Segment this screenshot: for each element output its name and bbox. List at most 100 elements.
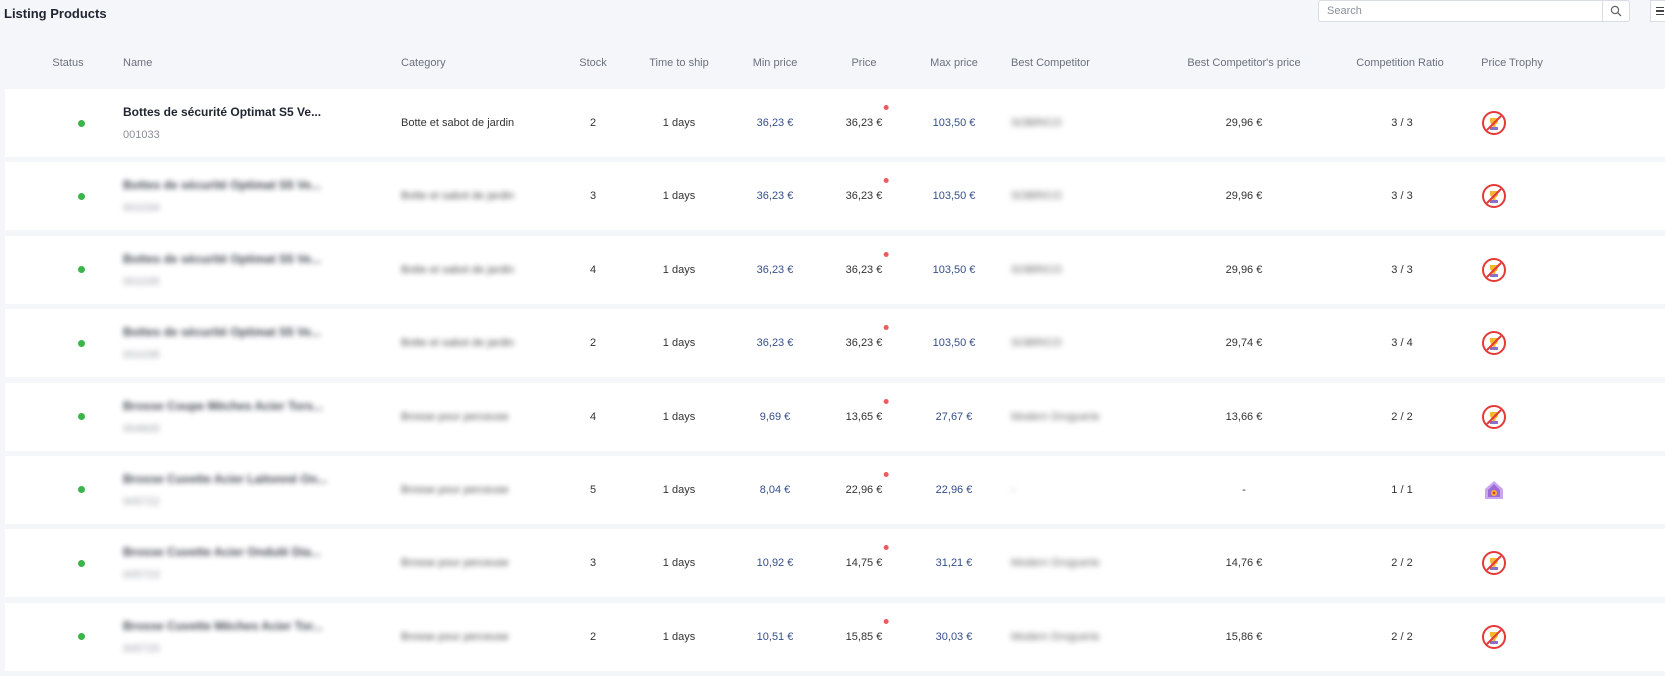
max-price[interactable]: 22,96 € [936, 484, 973, 496]
no-trophy-icon [1481, 110, 1507, 136]
competition-ratio: 2 / 2 [1391, 557, 1413, 570]
product-category: Botte et sabot de jardin [401, 190, 515, 203]
product-name[interactable]: Bottes de sécurité Optimat S5 Ve... [123, 178, 321, 192]
search-button[interactable] [1602, 1, 1629, 21]
min-price[interactable]: 10,92 € [757, 557, 794, 569]
price-value: 15,85 € [845, 630, 883, 643]
status-indicator [77, 633, 85, 641]
product-name[interactable]: Brosse Coupe Mèches Acier Tors... [123, 399, 323, 413]
min-price[interactable]: 8,04 € [760, 484, 791, 496]
no-trophy-icon [1481, 404, 1507, 430]
min-price[interactable]: 10,51 € [757, 631, 794, 643]
product-sku: 001033 [123, 129, 160, 141]
price-cell[interactable]: 22,96 € [846, 471, 889, 496]
table-row[interactable]: Bottes de sécurité Optimat S5 Ve... 00103… [5, 309, 1665, 378]
price-alert-dot [883, 398, 889, 404]
price-cell[interactable]: 36,23 € [845, 325, 889, 350]
competition-ratio: 3 / 3 [1391, 117, 1413, 129]
stock-value: 3 [589, 557, 597, 570]
product-name[interactable]: Bottes de sécurité Optimat S5 Ve... [123, 252, 321, 266]
ship-time: 1 days [662, 630, 696, 643]
stock-value: 4 [589, 410, 597, 423]
price-cell[interactable]: 14,75 € [846, 545, 889, 569]
product-sku: 001034 [123, 202, 160, 215]
max-price[interactable]: 30,03 € [936, 631, 973, 643]
stock-value: 3 [589, 190, 597, 203]
price-cell[interactable]: 36,23 € [845, 251, 889, 276]
max-price[interactable]: 103,50 € [933, 337, 976, 349]
product-category: Brosse pour perceuse [401, 630, 509, 643]
col-stock[interactable]: Stock [579, 48, 607, 78]
price-value: 36,23 € [845, 337, 883, 350]
col-category[interactable]: Category [401, 48, 446, 78]
price-value: 13,65 € [845, 410, 883, 423]
table-row[interactable]: Brosse Cuvette Acier Laitonné On... 00572… [5, 455, 1665, 524]
price-cell[interactable]: 15,85 € [845, 618, 889, 643]
no-trophy-icon [1481, 330, 1507, 356]
col-name[interactable]: Name [123, 48, 152, 78]
competition-ratio: 1 / 1 [1391, 483, 1413, 496]
status-indicator [77, 413, 85, 421]
ship-time: 1 days [662, 410, 696, 423]
min-price[interactable]: 9,69 € [760, 411, 791, 423]
price-cell[interactable]: 36,23 € [845, 178, 889, 203]
best-competitor-price: 29,96 € [1225, 117, 1263, 129]
price-alert-dot [883, 471, 889, 477]
max-price[interactable]: 103,50 € [933, 117, 976, 129]
table-row[interactable]: Brosse Cuvette Acier Ondulé Dia... 005723… [5, 529, 1665, 598]
search-input[interactable] [1319, 1, 1609, 21]
product-category: Botte et sabot de jardin [401, 263, 515, 276]
col-best-competitor[interactable]: Best Competitor [1011, 48, 1090, 78]
price-value: 36,23 € [845, 190, 883, 203]
max-price[interactable]: 103,50 € [933, 264, 976, 276]
page-title: Listing Products [4, 6, 107, 21]
best-competitor-price: 15,86 € [1225, 630, 1263, 643]
col-competition-ratio[interactable]: Competition Ratio [1356, 48, 1443, 78]
product-category: Botte et sabot de jardin [401, 117, 515, 129]
col-min-price[interactable]: Min price [753, 48, 798, 78]
no-trophy-icon [1481, 257, 1507, 283]
table-row[interactable]: Bottes de sécurité Optimat S5 Ve... 00103… [5, 89, 1665, 157]
ship-time: 1 days [662, 263, 696, 276]
best-competitor-price: 29,96 € [1225, 190, 1263, 203]
max-price[interactable]: 31,21 € [936, 557, 973, 569]
product-name[interactable]: Bottes de sécurité Optimat S5 Ve... [123, 325, 321, 339]
min-price[interactable]: 36,23 € [757, 190, 794, 202]
product-sku: 005725 [123, 642, 160, 655]
product-name[interactable]: Bottes de sécurité Optimat S5 Ve... [123, 105, 321, 119]
col-status[interactable]: Status [52, 48, 83, 78]
menu-button[interactable] [1650, 0, 1665, 22]
col-best-competitor-price[interactable]: Best Competitor's price [1187, 48, 1300, 78]
product-category: Brosse pour perceuse [401, 483, 509, 496]
product-name[interactable]: Brosse Cuvette Acier Laitonné On... [123, 472, 327, 486]
product-category: Brosse pour perceuse [401, 410, 509, 423]
price-cell[interactable]: 13,65 € [845, 398, 889, 423]
competition-ratio: 2 / 2 [1391, 410, 1413, 423]
competition-ratio: 3 / 4 [1391, 337, 1413, 350]
min-price[interactable]: 36,23 € [757, 264, 794, 276]
best-competitor: SOBRICO [1011, 117, 1062, 129]
table-row[interactable]: Brosse Cuvette Mèches Acier Tor... 005725… [5, 602, 1665, 671]
col-max-price[interactable]: Max price [930, 48, 978, 78]
price-value: 36,23 € [845, 263, 883, 276]
product-name[interactable]: Brosse Cuvette Acier Ondulé Dia... [123, 545, 321, 559]
product-name[interactable]: Brosse Cuvette Mèches Acier Tor... [123, 619, 322, 633]
competition-ratio: 3 / 3 [1391, 190, 1413, 203]
max-price[interactable]: 103,50 € [933, 190, 976, 202]
max-price[interactable]: 27,67 € [936, 411, 973, 423]
table-row[interactable]: Brosse Coupe Mèches Acier Tors... 004600 B… [5, 382, 1665, 451]
best-competitor: Modern Droguerie [1011, 410, 1100, 423]
search-box[interactable] [1318, 0, 1630, 22]
price-cell[interactable]: 36,23 € [846, 105, 889, 129]
table-row[interactable]: Bottes de sécurité Optimat S5 Ve... 00103… [5, 162, 1665, 231]
status-indicator [77, 486, 85, 494]
table-row[interactable]: Bottes de sécurité Optimat S5 Ve... 00103… [5, 235, 1665, 304]
min-price[interactable]: 36,23 € [757, 337, 794, 349]
stock-value: 4 [589, 263, 597, 276]
price-alert-dot [883, 618, 889, 624]
col-price[interactable]: Price [851, 48, 876, 78]
col-price-trophy[interactable]: Price Trophy [1481, 48, 1543, 78]
min-price[interactable]: 36,23 € [757, 117, 794, 129]
col-time-to-ship[interactable]: Time to ship [649, 48, 709, 78]
best-competitor: - [1011, 483, 1015, 496]
